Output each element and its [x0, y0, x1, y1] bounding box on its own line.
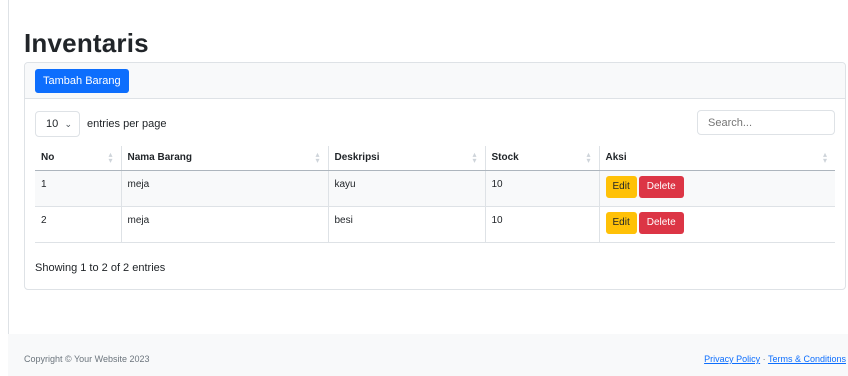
- table-row: 2 meja besi 10 Edit Delete: [35, 206, 835, 243]
- column-header-no[interactable]: No ▴ ▾: [35, 146, 121, 171]
- table-info: Showing 1 to 2 of 2 entries: [35, 262, 166, 274]
- card-header: Tambah Barang: [25, 63, 845, 99]
- entries-per-page-label: entries per page: [87, 118, 167, 130]
- column-header-stock[interactable]: Stock ▴ ▾: [484, 146, 599, 171]
- cell-nama-barang: meja: [120, 206, 328, 243]
- cell-aksi: Edit Delete: [598, 206, 835, 243]
- column-header-deskripsi[interactable]: Deskripsi ▴ ▾: [327, 146, 485, 171]
- entries-per-page-value: 10: [46, 118, 59, 130]
- copyright-text: Copyright © Your Website 2023: [24, 354, 150, 364]
- terms-link[interactable]: Terms & Conditions: [768, 354, 846, 364]
- delete-button[interactable]: Delete: [638, 211, 684, 234]
- cell-aksi: Edit Delete: [598, 170, 835, 207]
- cell-no: 2: [35, 206, 121, 243]
- privacy-policy-link[interactable]: Privacy Policy: [704, 354, 760, 364]
- sort-icon: ▴ ▾: [315, 150, 320, 165]
- cell-stock: 10: [484, 206, 599, 243]
- footer: Copyright © Your Website 2023 Privacy Po…: [8, 334, 848, 376]
- page-title: Inventaris: [24, 28, 149, 58]
- add-item-button[interactable]: Tambah Barang: [35, 69, 129, 93]
- delete-button[interactable]: Delete: [638, 175, 684, 198]
- entries-per-page-select[interactable]: 10 ⌄: [35, 111, 80, 137]
- footer-separator: ·: [762, 354, 766, 364]
- cell-stock: 10: [484, 170, 599, 207]
- sort-icon: ▴ ▾: [472, 150, 477, 165]
- chevron-down-icon: ⌄: [64, 119, 72, 129]
- cell-deskripsi: kayu: [327, 170, 485, 207]
- table-header-row: No ▴ ▾ Nama Barang ▴ ▾ Deskripsi ▴ ▾ Stock ▴ ▾ A…: [35, 146, 835, 171]
- footer-links: Privacy Policy · Terms & Conditions: [704, 354, 846, 364]
- inventory-card: Tambah Barang 10 ⌄ entries per page No▴▾…: [24, 62, 846, 290]
- sort-icon: ▴ ▾: [586, 150, 591, 165]
- edit-button[interactable]: Edit: [605, 211, 637, 234]
- sort-icon: ▴ ▾: [822, 150, 827, 165]
- cell-nama-barang: meja: [120, 170, 328, 207]
- cell-no: 1: [35, 170, 121, 207]
- inventory-table: No ▴ ▾ Nama Barang ▴ ▾ Deskripsi ▴ ▾ Stock ▴ ▾ A…: [35, 146, 835, 243]
- table-row: 1 meja kayu 10 Edit Delete: [35, 170, 835, 207]
- column-header-nama-barang[interactable]: Nama Barang ▴ ▾: [120, 146, 328, 171]
- edit-button[interactable]: Edit: [605, 175, 637, 198]
- cell-deskripsi: besi: [327, 206, 485, 243]
- column-header-aksi[interactable]: Aksi ▴ ▾: [598, 146, 835, 171]
- sort-icon: ▴ ▾: [108, 150, 113, 165]
- left-border: [8, 0, 9, 376]
- search-input[interactable]: [697, 110, 835, 135]
